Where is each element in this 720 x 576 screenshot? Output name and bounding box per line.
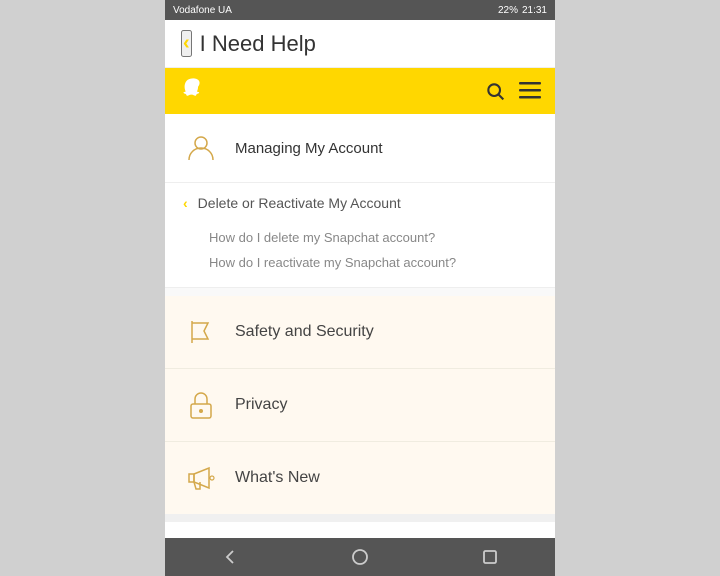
category-section: Safety and Security Privacy [165,296,555,514]
sub-links: How do I delete my Snapchat account? How… [165,223,555,287]
bar-icons [485,81,541,101]
managing-account-label: Managing My Account [235,140,383,157]
person-icon [183,130,219,166]
content-area: Managing My Account ‹ Delete or Reactiva… [165,114,555,538]
megaphone-icon [183,460,219,496]
square-nav-button[interactable] [470,542,510,572]
page-title: I Need Help [200,31,316,57]
home-nav-button[interactable] [340,542,380,572]
snapchat-logo [179,77,207,105]
menu-button[interactable] [519,82,541,100]
privacy-label: Privacy [235,396,287,414]
carrier-text: Vodafone UA [173,5,232,16]
status-left: Vodafone UA [173,5,232,16]
bottom-nav-bar [165,538,555,576]
phone-frame: Vodafone UA 22% 21:31 ‹ I Need Help [165,0,555,576]
back-nav-button[interactable] [210,542,250,572]
privacy-item[interactable]: Privacy [165,369,555,442]
status-bar: Vodafone UA 22% 21:31 [165,0,555,20]
delete-account-link[interactable]: How do I delete my Snapchat account? [209,225,555,250]
list-section: › Company › Community [165,522,555,538]
status-right: 22% 21:31 [498,5,547,16]
search-button[interactable] [485,81,505,101]
company-item[interactable]: › Company [165,522,555,538]
yellow-bar [165,68,555,114]
time-text: 21:31 [522,5,547,16]
expanded-section: ‹ Delete or Reactivate My Account How do… [165,183,555,288]
safety-security-label: Safety and Security [235,323,374,341]
managing-account-item[interactable]: Managing My Account [165,114,555,183]
section-divider [165,514,555,522]
lock-icon [183,387,219,423]
whats-new-item[interactable]: What's New [165,442,555,514]
battery-text: 22% [498,5,518,16]
expanded-header-text: Delete or Reactivate My Account [198,195,401,211]
whats-new-label: What's New [235,469,320,487]
expanded-header[interactable]: ‹ Delete or Reactivate My Account [165,183,555,223]
nav-header: ‹ I Need Help [165,20,555,68]
safety-security-item[interactable]: Safety and Security [165,296,555,369]
back-button[interactable]: ‹ [181,30,192,57]
reactivate-account-link[interactable]: How do I reactivate my Snapchat account? [209,250,555,275]
back-chevron-icon: ‹ [183,195,188,211]
flag-icon [183,314,219,350]
